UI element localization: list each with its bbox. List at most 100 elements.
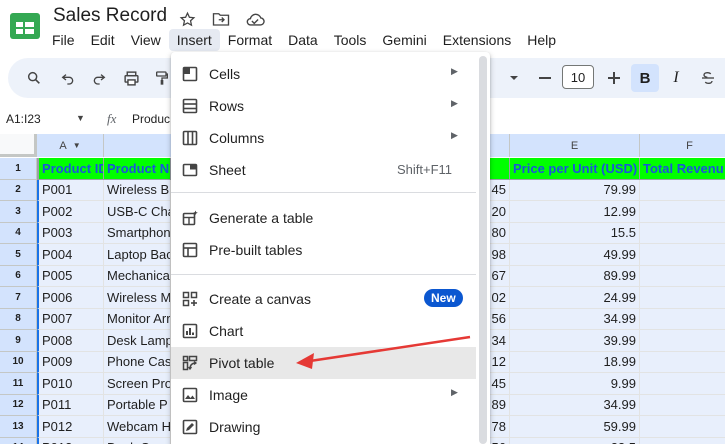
cell-f[interactable] — [640, 373, 725, 395]
cell-b[interactable]: Desk Lamp — [104, 330, 171, 352]
row-header[interactable]: 14 — [0, 437, 37, 444]
cell-a[interactable]: P011 — [37, 394, 104, 416]
menu-item-chart[interactable]: Chart — [171, 315, 476, 347]
cell-a[interactable]: P005 — [37, 265, 104, 287]
row-header[interactable]: 9 — [0, 330, 37, 352]
cell-e[interactable]: 24.99 — [510, 287, 640, 309]
cell-f[interactable] — [640, 265, 725, 287]
menu-file[interactable]: File — [44, 29, 83, 51]
menu-scrollbar[interactable] — [479, 56, 487, 444]
cell-e[interactable]: 79.99 — [510, 179, 640, 201]
menu-edit[interactable]: Edit — [83, 29, 123, 51]
cell-a[interactable]: Product ID — [37, 158, 104, 180]
undo-icon[interactable] — [56, 66, 80, 90]
redo-icon[interactable] — [87, 66, 111, 90]
cell-e[interactable]: Price per Unit (USD) — [510, 158, 640, 180]
name-box-dropdown-icon[interactable]: ▼ — [76, 113, 85, 123]
cell-b[interactable]: Webcam H — [104, 416, 171, 438]
cell-f[interactable] — [640, 222, 725, 244]
decrease-font-size-icon[interactable] — [533, 66, 557, 90]
cell-b[interactable]: Wireless B — [104, 179, 171, 201]
menu-help[interactable]: Help — [519, 29, 564, 51]
cell-f[interactable] — [640, 179, 725, 201]
menu-item-sheet[interactable]: Sheet Shift+F11 — [171, 154, 476, 186]
cell-f[interactable] — [640, 330, 725, 352]
row-header[interactable]: 6 — [0, 265, 37, 287]
move-to-folder-icon[interactable] — [209, 7, 233, 31]
menu-format[interactable]: Format — [220, 29, 280, 51]
search-menus-icon[interactable] — [22, 66, 46, 90]
bold-button[interactable]: B — [631, 64, 659, 92]
cell-f[interactable] — [640, 287, 725, 309]
menu-extensions[interactable]: Extensions — [435, 29, 519, 51]
cell-e[interactable]: 18.99 — [510, 351, 640, 373]
formula-input[interactable]: Produc — [132, 112, 170, 126]
column-header-f[interactable]: F — [640, 134, 725, 157]
cell-e[interactable]: 39.99 — [510, 330, 640, 352]
row-header[interactable]: 3 — [0, 201, 37, 223]
cell-e[interactable]: 34.99 — [510, 308, 640, 330]
cell-a[interactable]: P007 — [37, 308, 104, 330]
cell-b[interactable]: Monitor Arr — [104, 308, 171, 330]
cell-f[interactable] — [640, 244, 725, 266]
cell-a[interactable]: P001 — [37, 179, 104, 201]
sheets-logo-icon[interactable] — [8, 8, 42, 42]
menu-item-cells[interactable]: Cells ▶ — [171, 58, 476, 90]
menu-gemini[interactable]: Gemini — [374, 29, 434, 51]
cell-f[interactable]: Total Revenu — [640, 158, 725, 180]
row-header[interactable]: 8 — [0, 308, 37, 330]
font-dropdown-arrow-icon[interactable] — [502, 66, 526, 90]
cell-e[interactable]: 89.99 — [510, 265, 640, 287]
cell-e[interactable]: 49.99 — [510, 244, 640, 266]
cell-a[interactable]: P004 — [37, 244, 104, 266]
cell-b[interactable]: Wireless M — [104, 287, 171, 309]
cell-b[interactable]: Product N — [104, 158, 171, 180]
cell-e[interactable]: 12.99 — [510, 201, 640, 223]
menu-tools[interactable]: Tools — [326, 29, 375, 51]
cell-b[interactable]: Portable P — [104, 394, 171, 416]
cell-b[interactable]: Desk Orga — [104, 437, 171, 444]
cell-a[interactable]: P009 — [37, 351, 104, 373]
column-header-a[interactable]: A ▼ — [37, 134, 104, 157]
menu-view[interactable]: View — [123, 29, 169, 51]
row-header[interactable]: 12 — [0, 394, 37, 416]
menu-item-rows[interactable]: Rows ▶ — [171, 90, 476, 122]
italic-button[interactable]: I — [664, 66, 688, 90]
font-size-input[interactable]: 10 — [562, 65, 594, 89]
star-icon[interactable] — [175, 7, 199, 31]
menu-item-prebuilt-tables[interactable]: Pre-built tables — [171, 234, 476, 266]
menu-insert[interactable]: Insert — [168, 29, 220, 51]
row-header[interactable]: 1 — [0, 158, 37, 180]
cell-a[interactable]: P013 — [37, 437, 104, 444]
print-icon[interactable] — [119, 66, 143, 90]
cell-e[interactable]: 34.99 — [510, 394, 640, 416]
cell-a[interactable]: P012 — [37, 416, 104, 438]
cell-e[interactable]: 59.99 — [510, 416, 640, 438]
cell-e[interactable]: 9.99 — [510, 373, 640, 395]
cell-a[interactable]: P008 — [37, 330, 104, 352]
cell-f[interactable] — [640, 308, 725, 330]
row-header[interactable]: 4 — [0, 222, 37, 244]
menu-data[interactable]: Data — [280, 29, 326, 51]
row-header[interactable]: 7 — [0, 287, 37, 309]
menu-item-image[interactable]: Image ▶ — [171, 379, 476, 411]
cell-b[interactable]: Mechanica — [104, 265, 171, 287]
row-header[interactable]: 5 — [0, 244, 37, 266]
cell-e[interactable]: 15.5 — [510, 222, 640, 244]
select-all-corner[interactable] — [0, 134, 37, 157]
menu-item-generate-table[interactable]: Generate a table — [171, 202, 476, 234]
menu-item-create-canvas[interactable]: Create a canvas New — [171, 283, 476, 315]
cell-e[interactable]: 22.5 — [510, 437, 640, 444]
menu-item-pivot-table[interactable]: Pivot table — [171, 347, 476, 379]
cell-f[interactable] — [640, 437, 725, 444]
menu-item-columns[interactable]: Columns ▶ — [171, 122, 476, 154]
cell-f[interactable] — [640, 201, 725, 223]
cell-f[interactable] — [640, 351, 725, 373]
cell-b[interactable]: Phone Cas — [104, 351, 171, 373]
cell-b[interactable]: Smartphon — [104, 222, 171, 244]
cell-a[interactable]: P002 — [37, 201, 104, 223]
cloud-status-icon[interactable] — [243, 7, 267, 31]
strikethrough-icon[interactable] — [696, 66, 720, 90]
cell-a[interactable]: P010 — [37, 373, 104, 395]
menu-item-drawing[interactable]: Drawing — [171, 411, 476, 443]
